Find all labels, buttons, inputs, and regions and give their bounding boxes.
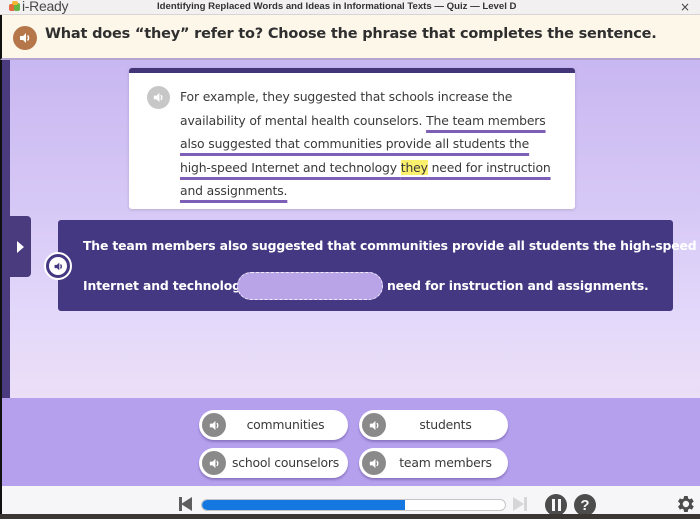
speaker-icon (209, 458, 218, 468)
answer-chip-team-members[interactable]: team members (359, 448, 508, 478)
chip-label: team members (399, 455, 492, 470)
prompt-audio-button[interactable] (13, 26, 37, 50)
left-edge (0, 60, 10, 398)
answer-chip-students[interactable]: students (359, 410, 508, 440)
passage-text: For example, they suggested that schools… (180, 85, 560, 203)
chip-audio-button[interactable] (202, 451, 226, 475)
progress-fill (202, 500, 405, 510)
sentence-line-1: The team members also suggested that com… (83, 238, 697, 253)
chip-audio-button[interactable] (362, 413, 386, 437)
help-button[interactable]: ? (574, 494, 596, 516)
pause-icon (551, 499, 555, 511)
passage-audio-button[interactable] (147, 86, 170, 109)
sentence-audio-button[interactable] (44, 252, 72, 280)
main-content-area: For example, they suggested that schools… (0, 60, 700, 398)
question-prompt-bar: What does “they” refer to? Choose the ph… (0, 15, 700, 60)
answer-chip-communities[interactable]: communities (199, 410, 348, 440)
chip-audio-button[interactable] (202, 413, 226, 437)
sentence-line-2-before: Internet and technology (83, 278, 249, 293)
next-button[interactable] (513, 497, 527, 511)
speaker-icon (20, 33, 30, 43)
speaker-icon (153, 92, 163, 103)
previous-button[interactable] (179, 497, 193, 511)
highlighted-word: they (400, 159, 428, 175)
lesson-title: Identifying Replaced Words and Ideas in … (157, 1, 517, 12)
answer-drop-zone[interactable] (237, 272, 383, 300)
i-ready-logo-icon (9, 0, 21, 13)
lesson-controls-bar: ? (0, 486, 700, 516)
speaker-icon (209, 420, 218, 430)
play-triangle-icon (17, 240, 24, 253)
chip-label: students (419, 417, 472, 432)
sentence-line-2-after: need for instruction and assignments. (387, 278, 649, 293)
passage-card: For example, they suggested that schools… (129, 68, 575, 209)
side-panel-toggle[interactable] (10, 216, 31, 277)
question-text: What does “they” refer to? Choose the ph… (45, 26, 657, 42)
logo-text: i-Ready (22, 0, 69, 14)
close-button[interactable]: × (680, 0, 690, 14)
skip-forward-icon (513, 497, 524, 511)
chip-label: school counselors (231, 455, 339, 470)
answer-chip-school-counselors[interactable]: school counselors (199, 448, 348, 478)
settings-gear-icon[interactable] (674, 493, 696, 515)
speaker-icon (369, 420, 378, 430)
chip-audio-button[interactable] (362, 451, 386, 475)
speaker-icon (369, 458, 378, 468)
logo: i-Ready (9, 0, 68, 14)
progress-bar[interactable] (201, 499, 506, 511)
chip-label: communities (246, 417, 325, 432)
title-bar: i-Ready Identifying Replaced Words and I… (0, 0, 700, 15)
answer-bank: communities students school counselors t… (0, 398, 700, 486)
sentence-card: The team members also suggested that com… (44, 220, 697, 311)
speaker-icon (54, 262, 62, 270)
pause-button[interactable] (545, 494, 567, 516)
window-bottom-edge (0, 514, 700, 519)
